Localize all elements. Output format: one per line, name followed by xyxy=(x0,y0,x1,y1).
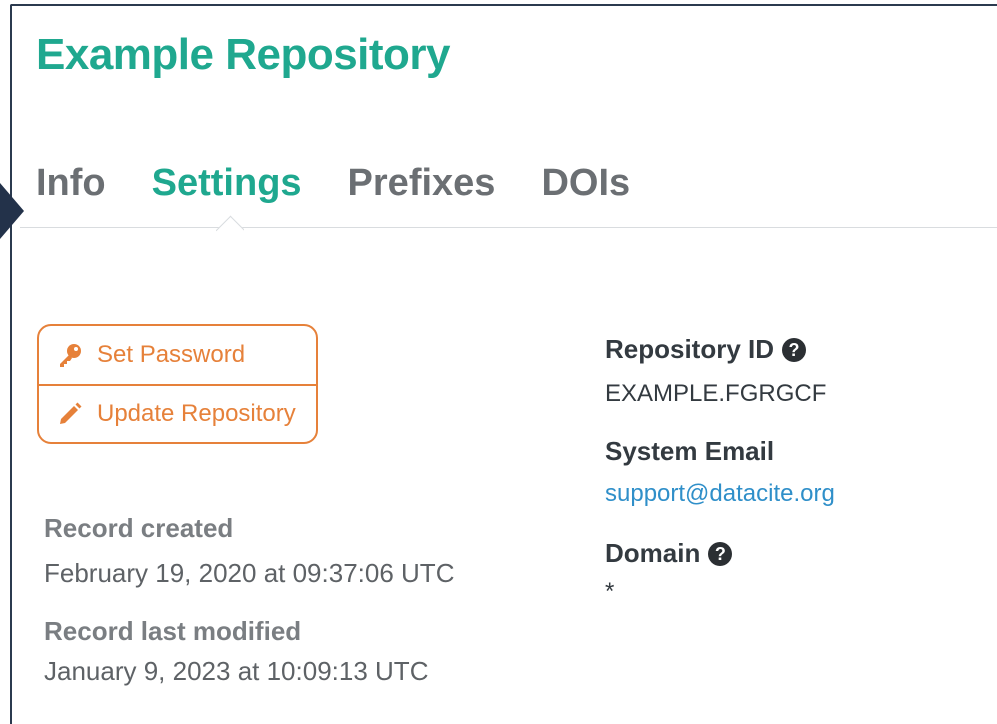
tab-dois[interactable]: DOIs xyxy=(541,158,630,208)
active-tab-indicator xyxy=(216,210,244,238)
help-icon[interactable]: ? xyxy=(708,541,733,566)
tab-prefixes[interactable]: Prefixes xyxy=(348,158,496,208)
page-title: Example Repository xyxy=(36,30,451,79)
help-icon[interactable]: ? xyxy=(782,337,807,362)
update-repository-label: Update Repository xyxy=(97,400,296,427)
record-modified-value: January 9, 2023 at 10:09:13 UTC xyxy=(44,656,429,686)
system-email-row: support@datacite.org xyxy=(605,480,835,508)
tab-settings[interactable]: Settings xyxy=(152,158,302,208)
key-icon xyxy=(57,342,83,368)
record-created-value: February 19, 2020 at 09:37:06 UTC xyxy=(44,558,455,588)
tab-divider xyxy=(20,227,997,228)
repository-id-value: EXAMPLE.FGRGCF xyxy=(605,380,827,407)
pointer-arrow-icon xyxy=(0,183,24,239)
tab-bar: Info Settings Prefixes DOIs xyxy=(36,158,676,208)
set-password-label: Set Password xyxy=(97,341,246,368)
update-repository-button[interactable]: Update Repository xyxy=(39,384,316,442)
action-button-group: Set Password Update Repository xyxy=(37,324,318,444)
system-email-label: System Email xyxy=(605,436,775,466)
system-email-link[interactable]: support@datacite.org xyxy=(605,480,835,507)
domain-value: * xyxy=(605,578,615,605)
pencil-icon xyxy=(57,401,83,427)
repository-id-label: Repository ID xyxy=(605,334,775,364)
record-created-label: Record created xyxy=(44,513,234,543)
domain-label: Domain xyxy=(605,538,701,568)
set-password-button[interactable]: Set Password xyxy=(39,326,316,384)
repository-id-heading: Repository ID ? xyxy=(605,334,807,365)
tab-info[interactable]: Info xyxy=(36,158,106,208)
domain-heading: Domain ? xyxy=(605,538,733,569)
record-modified-label: Record last modified xyxy=(44,616,302,646)
